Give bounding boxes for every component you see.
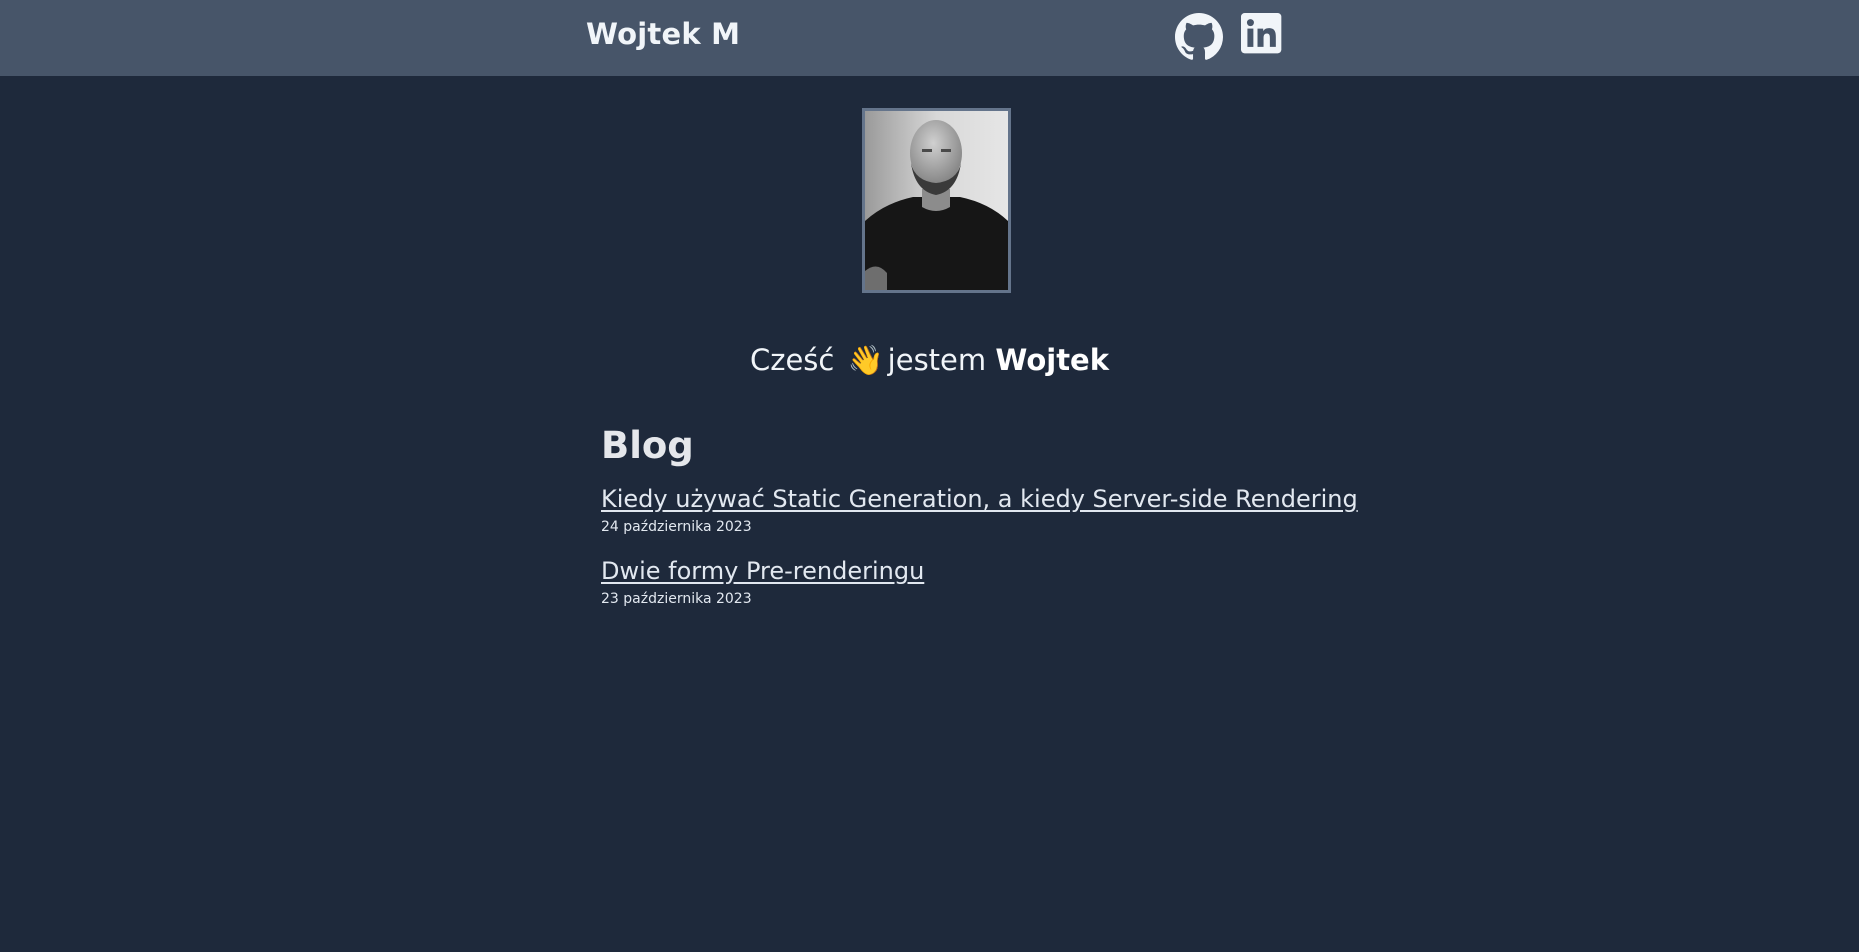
greeting-middle: jestem bbox=[887, 343, 987, 377]
greeting-prefix: Cześć bbox=[749, 343, 835, 377]
blog-heading: Blog bbox=[601, 424, 694, 467]
blog-post-link[interactable]: Kiedy używać Static Generation, a kiedy … bbox=[601, 485, 1358, 513]
greeting-name: Wojtek bbox=[995, 343, 1110, 377]
profile-photo bbox=[862, 108, 1011, 293]
linkedin-icon bbox=[1241, 13, 1282, 54]
blog-post-date: 23 października 2023 bbox=[601, 591, 752, 607]
github-icon bbox=[1175, 13, 1223, 60]
greeting: Cześć 👋 jestem Wojtek bbox=[0, 340, 1859, 380]
blog-post-item: Dwie formy Pre-renderingu 23 październik… bbox=[601, 557, 924, 607]
blog-post-item: Kiedy używać Static Generation, a kiedy … bbox=[601, 485, 1358, 535]
blog-post-link[interactable]: Dwie formy Pre-renderingu bbox=[601, 557, 924, 585]
portrait-photo-icon bbox=[865, 111, 1008, 290]
blog-post-date: 24 października 2023 bbox=[601, 519, 752, 535]
waving-hand-icon: 👋 bbox=[847, 343, 884, 377]
site-header: Wojtek M bbox=[0, 0, 1859, 76]
site-brand-link[interactable]: Wojtek M bbox=[586, 17, 740, 51]
github-link[interactable] bbox=[1175, 13, 1223, 61]
linkedin-link[interactable] bbox=[1241, 13, 1289, 61]
